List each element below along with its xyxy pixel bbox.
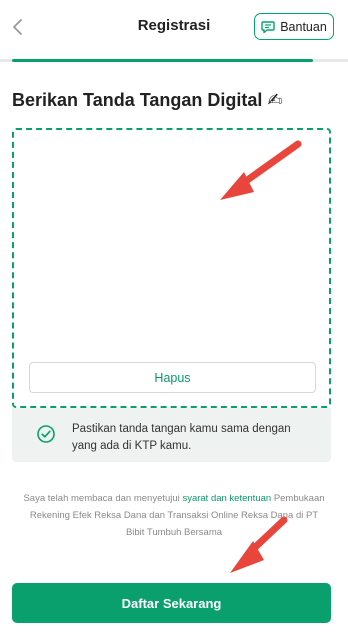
back-button[interactable] (8, 14, 28, 40)
terms-prefix: Saya telah membaca dan menyetujui (23, 493, 180, 504)
registration-progress-fill (12, 59, 313, 62)
check-circle-icon (37, 425, 55, 443)
registration-progress-track (0, 59, 348, 62)
chat-bubble-icon (261, 20, 275, 33)
terms-link[interactable]: syarat dan ketentuan (182, 493, 271, 504)
signature-hint: Pastikan tanda tangan kamu sama dengan y… (12, 408, 331, 462)
writing-hand-emoji: ✍ (267, 90, 283, 110)
register-now-button[interactable]: Daftar Sekarang (12, 583, 331, 623)
terms-agreement: Saya telah membaca dan menyetujui syarat… (20, 490, 328, 541)
signature-canvas[interactable] (14, 130, 329, 354)
clear-signature-button[interactable]: Hapus (29, 362, 316, 393)
chevron-left-icon (13, 19, 22, 35)
help-button[interactable]: Bantuan (254, 13, 334, 40)
page-title: Berikan Tanda Tangan Digital ✍ (12, 90, 282, 111)
help-label: Bantuan (280, 19, 327, 34)
page-title-text: Berikan Tanda Tangan Digital (12, 90, 263, 110)
header: Registrasi Bantuan (0, 0, 348, 62)
hint-text: Pastikan tanda tangan kamu sama dengan y… (72, 423, 291, 452)
signature-pad: Hapus (12, 128, 331, 408)
